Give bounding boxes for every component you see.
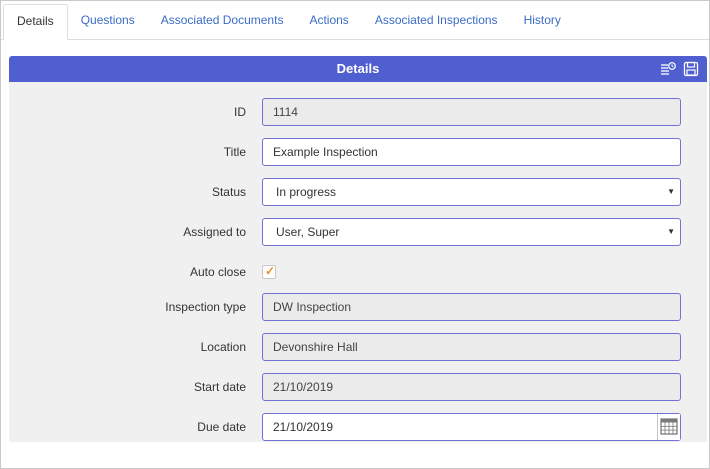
history-list-icon[interactable] [660, 61, 676, 77]
assigned-to-value: User, Super [276, 225, 340, 239]
calendar-icon[interactable] [657, 414, 680, 440]
chevron-down-icon: ▼ [667, 227, 675, 236]
inspection-type-field: DW Inspection [262, 293, 681, 321]
auto-close-row: Auto close ✓ [9, 258, 707, 286]
checkmark-icon: ✓ [265, 264, 276, 278]
inspection-window: Details Questions Associated Documents A… [0, 0, 710, 469]
assigned-to-row: Assigned to User, Super ▼ [9, 218, 707, 246]
due-date-row: Due date 21/10/2019 [9, 413, 707, 441]
tab-history[interactable]: History [511, 1, 574, 39]
due-date-value: 21/10/2019 [273, 420, 334, 434]
assigned-to-select[interactable]: User, Super ▼ [262, 218, 681, 246]
auto-close-checkbox[interactable]: ✓ [262, 264, 276, 279]
details-form: ID 1114 Title Example Inspection Status … [9, 82, 707, 442]
status-label: Status [211, 185, 246, 199]
tab-associated-inspections[interactable]: Associated Inspections [362, 1, 511, 39]
start-date-label: Start date [193, 380, 246, 394]
title-label: Title [223, 145, 246, 159]
id-field: 1114 [262, 98, 681, 126]
id-label: ID [234, 105, 246, 119]
location-row: Location Devonshire Hall [9, 333, 707, 361]
due-date-input[interactable]: 21/10/2019 [262, 413, 681, 441]
start-date-row: Start date 21/10/2019 [9, 373, 707, 401]
auto-close-label: Auto close [189, 265, 246, 279]
status-row: Status In progress ▼ [9, 178, 707, 206]
title-input[interactable]: Example Inspection [262, 138, 681, 166]
status-select[interactable]: In progress ▼ [262, 178, 681, 206]
details-panel-header: Details [9, 56, 707, 82]
location-label: Location [200, 340, 246, 354]
title-row: Title Example Inspection [9, 138, 707, 166]
chevron-down-icon: ▼ [667, 187, 675, 196]
inspection-type-row: Inspection type DW Inspection [9, 293, 707, 321]
start-date-field: 21/10/2019 [262, 373, 681, 401]
id-row: ID 1114 [9, 98, 707, 126]
tab-associated-documents[interactable]: Associated Documents [148, 1, 297, 39]
tab-questions[interactable]: Questions [68, 1, 148, 39]
assigned-to-label: Assigned to [183, 225, 246, 239]
save-icon[interactable] [683, 61, 699, 77]
tab-actions[interactable]: Actions [296, 1, 361, 39]
inspection-type-label: Inspection type [165, 300, 246, 314]
tab-details[interactable]: Details [3, 4, 68, 40]
due-date-label: Due date [197, 420, 246, 434]
panel-title: Details [336, 61, 380, 76]
tab-bar: Details Questions Associated Documents A… [1, 1, 709, 40]
status-value: In progress [276, 185, 337, 199]
location-field: Devonshire Hall [262, 333, 681, 361]
